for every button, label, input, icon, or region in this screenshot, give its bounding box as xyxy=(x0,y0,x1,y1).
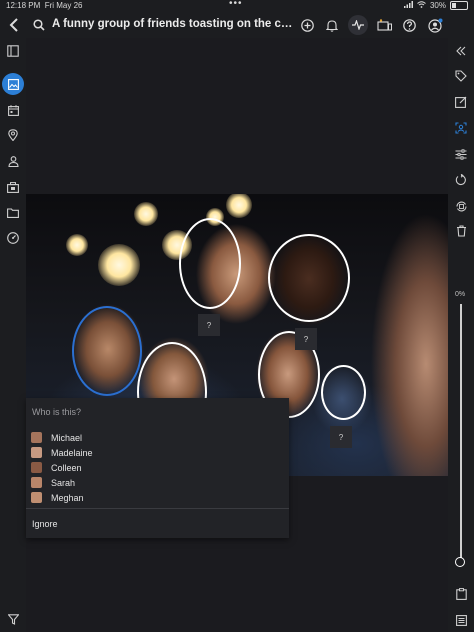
clipboard-icon[interactable] xyxy=(453,586,469,602)
person-option[interactable]: Sarah xyxy=(31,475,93,490)
person-option[interactable]: Madelaine xyxy=(31,445,93,460)
string-light xyxy=(98,244,140,286)
person-option[interactable]: Colleen xyxy=(31,460,93,475)
camera-roll-icon[interactable] xyxy=(4,178,22,196)
popup-divider xyxy=(26,508,289,509)
ignore-button[interactable]: Ignore xyxy=(32,519,58,529)
unknown-face-tag[interactable]: ? xyxy=(295,328,317,350)
tag-icon[interactable] xyxy=(453,68,469,84)
dashboard-gauge-icon[interactable] xyxy=(4,229,22,247)
status-bar: 12:18 PM Fri May 26 ••• 30% xyxy=(0,0,474,12)
add-icon[interactable] xyxy=(299,17,315,33)
face-outline[interactable] xyxy=(179,218,241,309)
status-time: 12:18 PM Fri May 26 xyxy=(6,1,83,10)
collapse-double-chevron-icon[interactable] xyxy=(453,43,469,59)
status-right: 30% xyxy=(403,1,468,10)
photos-icon[interactable] xyxy=(2,73,24,95)
back-chevron-icon[interactable] xyxy=(6,17,22,33)
edit-icon[interactable] xyxy=(453,94,469,110)
rotate-icon[interactable] xyxy=(453,172,469,188)
activity-pulse-icon[interactable] xyxy=(348,15,368,35)
person-avatar xyxy=(31,477,42,488)
left-sidebar xyxy=(0,38,26,632)
string-light xyxy=(66,234,88,256)
face-outline[interactable] xyxy=(268,234,350,322)
popup-prompt[interactable]: Who is this? xyxy=(32,407,81,417)
filter-funnel-icon[interactable] xyxy=(4,610,22,628)
person-name: Madelaine xyxy=(51,447,93,458)
info-list-icon[interactable] xyxy=(453,612,469,628)
page-title[interactable]: A funny group of friends toasting on the… xyxy=(52,18,294,30)
face-outline-selected[interactable] xyxy=(72,306,142,396)
string-light xyxy=(134,202,158,226)
who-is-this-popup: Who is this? Michael Madelaine Colleen S… xyxy=(26,398,289,538)
adjustments-sliders-icon[interactable] xyxy=(453,146,469,162)
person-avatar xyxy=(31,432,42,443)
zoom-slider-handle[interactable] xyxy=(455,557,465,567)
unknown-face-tag[interactable]: ? xyxy=(198,314,220,336)
top-bar: A funny group of friends toasting on the… xyxy=(0,12,474,38)
person-avatar xyxy=(31,462,42,473)
toggle-sidebar-icon[interactable] xyxy=(4,42,22,60)
person-avatar xyxy=(31,492,42,503)
unknown-face-tag[interactable]: ? xyxy=(330,426,352,448)
sync-icon[interactable] xyxy=(453,198,469,214)
search-icon[interactable] xyxy=(31,17,47,33)
calendar-icon[interactable] xyxy=(4,101,22,119)
right-sidebar: 0% xyxy=(448,38,474,632)
battery-percent: 30% xyxy=(429,1,446,10)
person-avatar xyxy=(31,447,42,458)
folder-icon[interactable] xyxy=(4,204,22,222)
person-suggestion-list: Michael Madelaine Colleen Sarah Meghan xyxy=(31,430,93,505)
person-option[interactable]: Meghan xyxy=(31,490,93,505)
person-name: Colleen xyxy=(51,462,82,473)
person-name: Michael xyxy=(51,432,83,443)
face-recognition-icon[interactable] xyxy=(453,120,469,136)
cast-device-icon[interactable] xyxy=(375,16,393,34)
wifi-icon xyxy=(417,1,426,10)
people-icon[interactable] xyxy=(4,152,22,170)
account-avatar-icon[interactable] xyxy=(426,16,444,34)
person-name: Meghan xyxy=(51,492,84,503)
zoom-level: 0% xyxy=(455,291,466,298)
location-pin-icon[interactable] xyxy=(4,126,22,144)
zoom-slider-track[interactable] xyxy=(460,304,462,562)
help-icon[interactable] xyxy=(401,17,417,33)
person-name: Sarah xyxy=(51,477,76,488)
person-option[interactable]: Michael xyxy=(31,430,93,445)
trash-icon[interactable] xyxy=(453,223,469,239)
battery-icon xyxy=(450,1,468,10)
face-outline[interactable] xyxy=(321,365,366,420)
multitask-dots[interactable]: ••• xyxy=(229,0,243,9)
notifications-bell-icon[interactable] xyxy=(324,17,340,33)
signal-icon xyxy=(403,1,413,10)
